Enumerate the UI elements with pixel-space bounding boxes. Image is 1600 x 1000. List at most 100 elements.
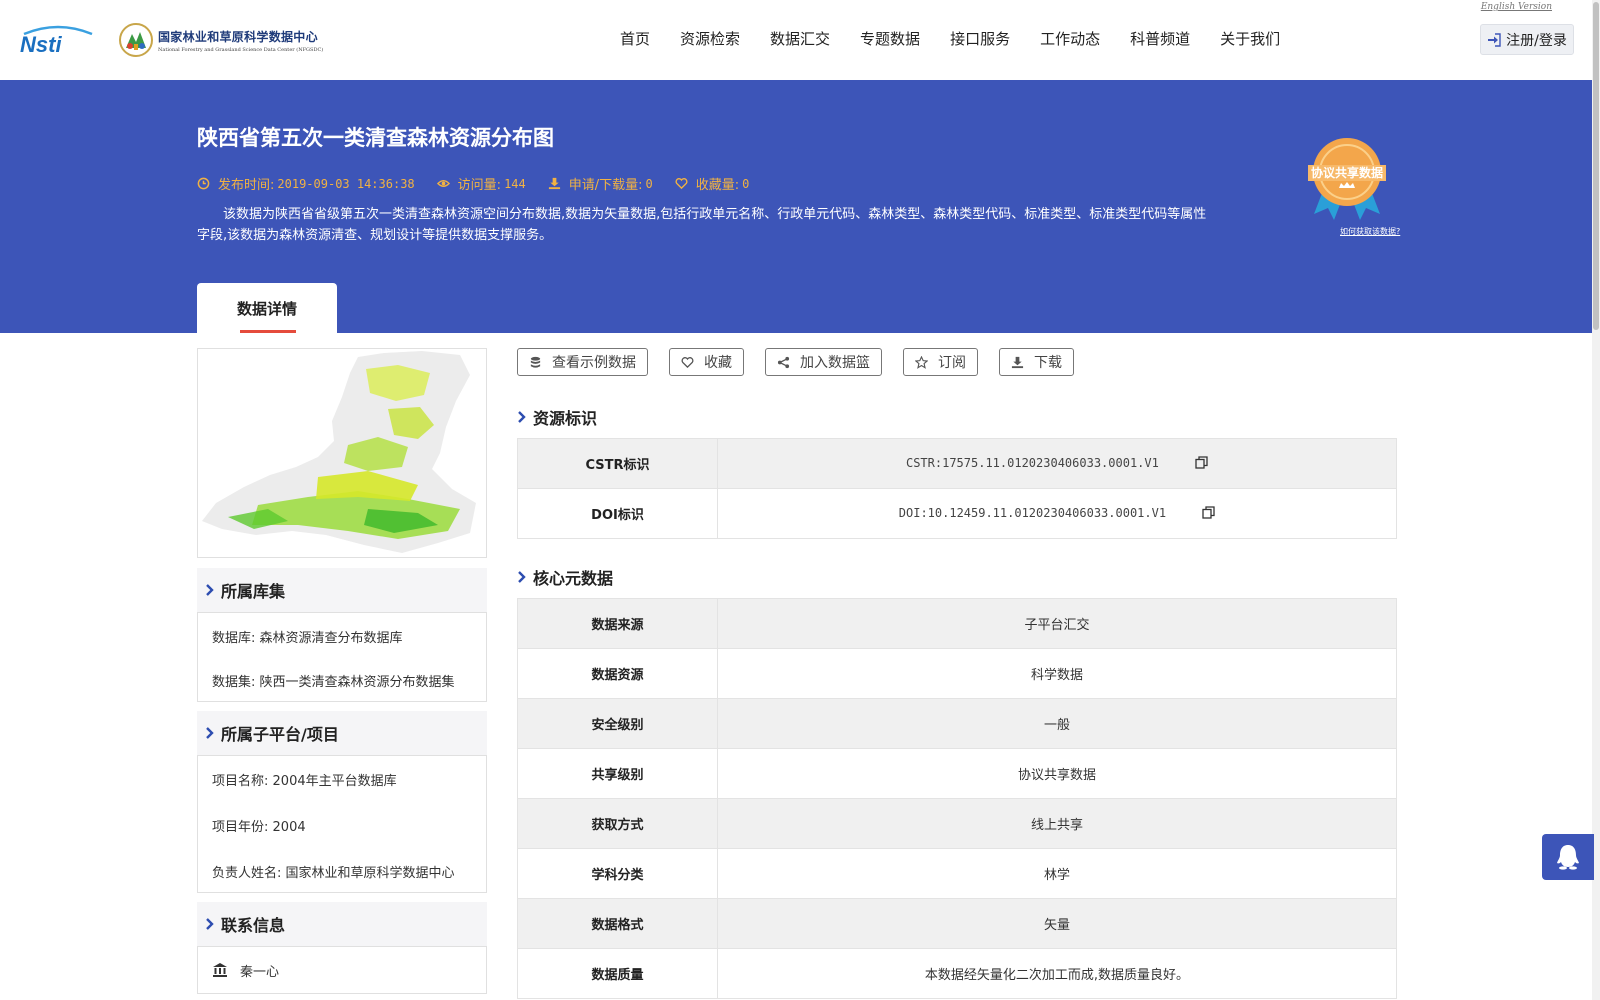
favorite-count-label: 收藏量: [695, 178, 740, 193]
metadata-key: 数据来源 [517, 598, 718, 649]
doi-cell: DOI:10.12459.11.0120230406033.0001.V1 [717, 488, 1397, 539]
online-service-button[interactable] [1542, 834, 1594, 880]
view-sample-data-label: 查看示例数据 [552, 355, 636, 371]
core-metadata-section-title: 核心元数据 [533, 569, 614, 588]
star-icon [915, 355, 928, 369]
download-button[interactable]: 下载 [999, 348, 1074, 376]
owner-value: 国家林业和草原科学数据中心 [285, 866, 455, 881]
register-login-button[interactable]: 注册/登录 [1480, 24, 1574, 55]
subscribe-label: 订阅 [938, 355, 966, 371]
contact-section-body: 秦一心 [197, 946, 487, 994]
table-row: 数据资源 科学数据 [517, 648, 1397, 699]
chevron-right-icon [518, 411, 526, 423]
nav-resource-search[interactable]: 资源检索 [680, 28, 740, 49]
svg-text:协议共享数据: 协议共享数据 [1311, 165, 1383, 180]
collection-section-title: 所属库集 [221, 582, 286, 601]
doi-key: DOI标识 [517, 488, 718, 539]
owner-row: 负责人姓名: 国家林业和草原科学数据中心 [212, 848, 472, 892]
project-year-value: 2004 [272, 820, 306, 835]
platform-section-header: 所属子平台/项目 [197, 711, 487, 755]
table-row: 获取方式 线上共享 [517, 798, 1397, 849]
favorite-count: 收藏量: 0 [675, 174, 749, 193]
heart-icon [675, 178, 688, 190]
metadata-value: 线上共享 [717, 798, 1397, 849]
nav-data-submission[interactable]: 数据汇交 [770, 28, 830, 49]
database-value[interactable]: 森林资源清查分布数据库 [260, 631, 403, 646]
metadata-key: 安全级别 [517, 698, 718, 749]
project-year-label: 项目年份: [212, 820, 269, 835]
logo-title-cn: 国家林业和草原科学数据中心 [158, 29, 318, 44]
publish-time-value: 2019-09-03 14:36:38 [277, 176, 415, 191]
tab-data-details-label: 数据详情 [236, 299, 297, 318]
shaanxi-forest-map-image [202, 351, 476, 553]
copy-icon[interactable] [1202, 506, 1215, 519]
visit-count-value: 144 [504, 176, 526, 191]
scrollbar-thumb[interactable] [1593, 2, 1599, 330]
metadata-value: 子平台汇交 [717, 598, 1397, 649]
cstr-value: CSTR:17575.11.0120230406033.0001.V1 [905, 456, 1159, 470]
cstr-cell: CSTR:17575.11.0120230406033.0001.V1 [717, 438, 1397, 489]
metadata-value: 科学数据 [717, 648, 1397, 699]
english-version-link[interactable]: English Version [1481, 2, 1552, 12]
contact-section-title: 联系信息 [221, 916, 286, 935]
svg-text:Nsti: Nsti [20, 32, 62, 56]
dataset-thumbnail[interactable] [197, 348, 487, 558]
dataset-value[interactable]: 陕西一类清查森林资源分布数据集 [260, 675, 455, 690]
register-login-label: 注册/登录 [1506, 32, 1567, 49]
collection-section-body: 数据库: 森林资源清查分布数据库 数据集: 陕西一类清查森林资源分布数据集 [197, 612, 487, 702]
tab-data-details[interactable]: 数据详情 [197, 283, 337, 333]
add-to-data-basket-button[interactable]: 加入数据篮 [765, 348, 882, 376]
publish-time-label: 发布时间: [218, 178, 275, 193]
heart-icon [681, 356, 694, 368]
nav-home[interactable]: 首页 [620, 28, 650, 49]
copy-icon[interactable] [1195, 456, 1208, 469]
owner-label: 负责人姓名: [212, 866, 282, 881]
metadata-value: 矢量 [717, 898, 1397, 949]
nav-api-service[interactable]: 接口服务 [950, 28, 1010, 49]
table-row: 安全级别 一般 [517, 698, 1397, 749]
favorite-button[interactable]: 收藏 [669, 348, 744, 376]
share-icon [777, 356, 790, 368]
metadata-key: 共享级别 [517, 748, 718, 799]
publish-time: 发布时间: 2019-09-03 14:36:38 [197, 174, 415, 193]
download-count-label: 申请/下载量: [568, 178, 643, 193]
nav-topic-data[interactable]: 专题数据 [860, 28, 920, 49]
favorite-label: 收藏 [704, 355, 732, 371]
subscribe-button[interactable]: 订阅 [903, 348, 978, 376]
contact-section-header: 联系信息 [197, 902, 487, 946]
add-to-data-basket-label: 加入数据篮 [800, 355, 870, 371]
penguin-chat-icon [1557, 845, 1579, 870]
download-count: 申请/下载量: 0 [548, 174, 653, 193]
nav-science-channel[interactable]: 科普频道 [1130, 28, 1190, 49]
nav-news[interactable]: 工作动态 [1040, 28, 1100, 49]
nav-about-us[interactable]: 关于我们 [1220, 28, 1280, 49]
core-metadata-table: 数据来源 子平台汇交 数据资源 科学数据 安全级别 一般 共享级别 协议共享数据… [517, 598, 1397, 999]
view-sample-data-button[interactable]: 查看示例数据 [517, 348, 648, 376]
contact-name: 秦一心 [240, 964, 280, 980]
platform-section-title: 所属子平台/项目 [221, 725, 339, 744]
contact-name-row: 秦一心 [212, 947, 472, 993]
collection-section-header: 所属库集 [197, 568, 487, 612]
table-row: DOI标识 DOI:10.12459.11.0120230406033.0001… [517, 488, 1397, 539]
nfgsdc-logo[interactable]: 国家林业和草原科学数据中心 National Forestry and Gras… [118, 22, 323, 58]
left-sidebar: 所属库集 数据库: 森林资源清查分布数据库 数据集: 陕西一类清查森林资源分布数… [197, 348, 487, 994]
database-label: 数据库: [212, 631, 256, 646]
visit-count-label: 访问量: [457, 178, 502, 193]
metadata-key: 获取方式 [517, 798, 718, 849]
resource-id-section-title: 资源标识 [533, 409, 598, 428]
metadata-key: 数据格式 [517, 898, 718, 949]
core-metadata-section-header: 核心元数据 [517, 566, 1397, 588]
how-to-get-data-link[interactable]: 如何获取该数据? [1340, 226, 1400, 237]
metadata-value: 本数据经矢量化二次加工而成,数据质量良好。 [717, 948, 1397, 999]
dataset-description: 该数据为陕西省省级第五次一类清查森林资源空间分布数据,数据为矢量数据,包括行政单… [197, 207, 1207, 243]
action-toolbar: 查看示例数据 收藏 加入数据篮 订阅 下载 [517, 348, 1397, 376]
metadata-key: 数据质量 [517, 948, 718, 999]
metadata-key: 数据资源 [517, 648, 718, 699]
resource-id-section-header: 资源标识 [517, 406, 1397, 428]
dataset-banner: 陕西省第五次一类清查森林资源分布图 发布时间: 2019-09-03 14:36… [0, 80, 1592, 333]
download-label: 下载 [1034, 355, 1062, 371]
nsti-logo[interactable]: Nsti [18, 24, 98, 56]
agreement-share-badge-icon: 协议共享数据 [1308, 138, 1386, 220]
detail-main: 查看示例数据 收藏 加入数据篮 订阅 下载 资源标识 CSTR标识 CSTR:1… [517, 348, 1397, 999]
metadata-value: 协议共享数据 [717, 748, 1397, 799]
